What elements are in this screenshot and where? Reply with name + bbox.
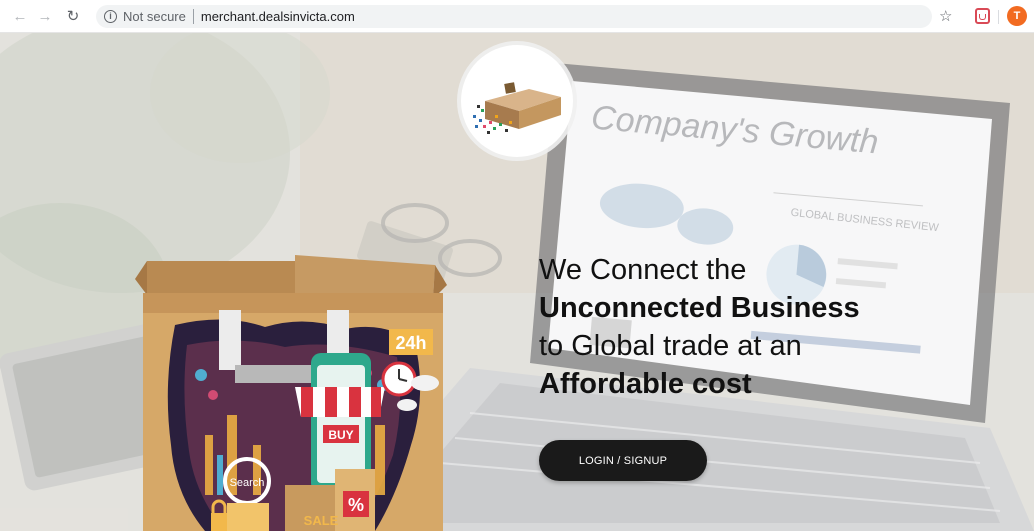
forward-arrow-icon[interactable]: → bbox=[34, 5, 56, 27]
sale-label: SALE bbox=[304, 513, 339, 528]
site-logo[interactable] bbox=[461, 45, 573, 157]
toolbar-divider bbox=[998, 10, 999, 24]
shopping-bag-illustration: BUY 24h Search % SALE bbox=[135, 255, 447, 531]
percent-label: % bbox=[348, 495, 364, 515]
info-icon[interactable]: i bbox=[104, 10, 117, 23]
extension-icon[interactable] bbox=[975, 8, 990, 24]
hero-line-2: Unconnected Business bbox=[539, 292, 860, 324]
security-label[interactable]: Not secure bbox=[123, 9, 186, 24]
hero-line-4: Affordable cost bbox=[539, 368, 752, 400]
url-text[interactable]: merchant.dealsinvicta.com bbox=[201, 9, 355, 24]
buy-sign: BUY bbox=[328, 428, 353, 442]
search-label: Search bbox=[230, 477, 265, 489]
hero-line-3: to Global trade at an bbox=[539, 330, 802, 362]
browser-toolbar: ← → ↻ i Not secure merchant.dealsinvicta… bbox=[0, 0, 1034, 33]
star-icon[interactable]: ☆ bbox=[939, 7, 952, 25]
badge-24h: 24h bbox=[395, 333, 426, 353]
hero-line-1: We Connect the bbox=[539, 254, 747, 286]
landing-page: Company's Growth GLOBAL BUSINESS REVIEW bbox=[0, 33, 1034, 531]
address-separator bbox=[192, 9, 194, 24]
login-signup-button[interactable]: LOGIN / SIGNUP bbox=[539, 440, 707, 481]
address-bar[interactable]: i Not secure merchant.dealsinvicta.com bbox=[96, 5, 932, 28]
logo-box-icon bbox=[473, 82, 561, 134]
avatar[interactable]: T bbox=[1007, 6, 1027, 26]
back-arrow-icon[interactable]: ← bbox=[9, 5, 31, 27]
reload-icon[interactable]: ↻ bbox=[62, 5, 84, 27]
hero-headline: We Connect the Unconnected Business to G… bbox=[539, 251, 999, 403]
